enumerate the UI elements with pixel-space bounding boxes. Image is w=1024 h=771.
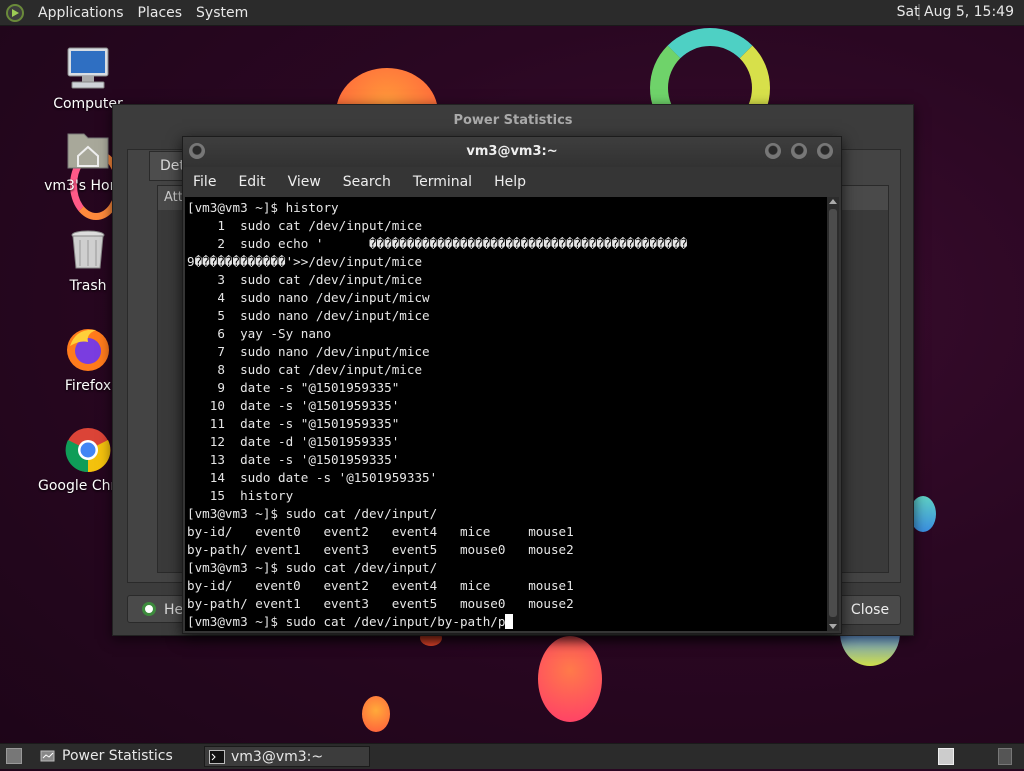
terminal-line: 15 history [187,488,294,503]
terminal-menubar: File Edit View Search Terminal Help [183,167,841,197]
terminal-line: 9������������'>>/dev/input/mice [187,254,423,269]
close-icon[interactable] [817,143,833,159]
taskbar-item-label: Power Statistics [62,748,173,764]
taskbar-item-power-statistics[interactable]: Power Statistics [36,746,196,767]
terminal-output: [vm3@vm3 ~]$ history 1 sudo cat /dev/inp… [185,197,827,631]
show-desktop-icon[interactable] [6,748,22,764]
system-menu[interactable]: System [196,5,248,21]
terminal-line: 8 sudo cat /dev/input/mice [187,362,423,377]
bottom-panel: Power Statistics vm3@vm3:~ [0,743,1024,769]
terminal-line: 11 date -s "@1501959335" [187,416,400,431]
menu-edit[interactable]: Edit [238,174,265,190]
places-menu[interactable]: Places [138,5,183,21]
computer-icon [64,44,112,92]
wallpaper-small-blob [362,696,390,732]
terminal-line: 2 sudo echo ' ��������������������������… [187,236,688,251]
trash-applet-icon[interactable] [998,748,1012,765]
close-button[interactable]: Close [839,595,901,625]
terminal-screen[interactable]: [vm3@vm3 ~]$ history 1 sudo cat /dev/inp… [185,197,827,631]
terminal-title: vm3@vm3:~ [466,144,558,159]
terminal-line: [vm3@vm3 ~]$ sudo cat /dev/input/ [187,506,438,521]
terminal-line: 1 sudo cat /dev/input/mice [187,218,423,233]
taskbar-item-terminal[interactable]: vm3@vm3:~ [204,746,370,767]
terminal-icon [209,750,225,764]
terminal-line: 10 date -s '@1501959335' [187,398,400,413]
scroll-down-icon[interactable] [829,624,837,629]
maximize-icon[interactable] [791,143,807,159]
help-icon [142,602,156,616]
terminal-line: 6 yay -Sy nano [187,326,332,341]
window-menu-icon[interactable] [189,143,205,159]
home-folder-icon [64,126,112,174]
terminal-line: [vm3@vm3 ~]$ sudo cat /dev/input/ [187,560,438,575]
trash-icon [64,226,112,274]
firefox-icon [64,326,112,374]
menu-view[interactable]: View [288,174,321,190]
terminal-line: by-id/ event0 event2 event4 mice mouse1 [187,524,574,539]
scrollbar-thumb[interactable] [829,209,837,617]
menu-help[interactable]: Help [494,174,526,190]
workspace-switcher[interactable] [938,748,954,765]
terminal-line: 12 date -d '@1501959335' [187,434,400,449]
text-cursor [505,614,514,629]
minimize-icon[interactable] [765,143,781,159]
power-statistics-icon [40,749,56,763]
prompt-text: [vm3@vm3 ~]$ sudo cat /dev/input/by-path… [187,614,506,629]
chrome-icon [64,426,112,474]
terminal-line: 9 date -s "@1501959335" [187,380,400,395]
taskbar-item-label: vm3@vm3:~ [231,749,324,765]
terminal-titlebar[interactable]: vm3@vm3:~ [183,137,841,167]
scroll-up-icon[interactable] [829,199,837,204]
terminal-line: 3 sudo cat /dev/input/mice [187,272,423,287]
terminal-scrollbar[interactable] [827,197,839,631]
terminal-line: by-path/ event1 event3 event5 mouse0 mou… [187,542,574,557]
desktop-icon-computer[interactable]: Computer [38,44,138,112]
terminal-window: vm3@vm3:~ File Edit View Search Terminal… [182,136,842,634]
menu-search[interactable]: Search [343,174,391,190]
terminal-line: 7 sudo nano /dev/input/mice [187,344,430,359]
terminal-line: 5 sudo nano /dev/input/mice [187,308,430,323]
terminal-line: 13 date -s '@1501959335' [187,452,400,467]
terminal-line: 14 sudo date -s '@1501959335' [187,470,438,485]
menu-terminal[interactable]: Terminal [413,174,472,190]
terminal-line: 4 sudo nano /dev/input/micw [187,290,430,305]
help-button-label: He [164,602,184,618]
wallpaper-pink-blob [538,636,602,722]
clock[interactable]: Sat Aug 5, 15:49 [897,4,1014,20]
window-title[interactable]: Power Statistics [113,105,913,137]
terminal-prompt-line[interactable]: [vm3@vm3 ~]$ sudo cat /dev/input/by-path… [187,613,827,631]
applications-menu[interactable]: Applications [38,5,124,21]
terminal-line: [vm3@vm3 ~]$ history [187,200,339,215]
terminal-line: by-path/ event1 event3 event5 mouse0 mou… [187,596,574,611]
top-panel: Applications Places System Sat Aug 5, 15… [0,0,1024,26]
terminal-line: by-id/ event0 event2 event4 mice mouse1 [187,578,574,593]
menu-file[interactable]: File [193,174,216,190]
distro-logo-icon[interactable] [6,3,24,22]
